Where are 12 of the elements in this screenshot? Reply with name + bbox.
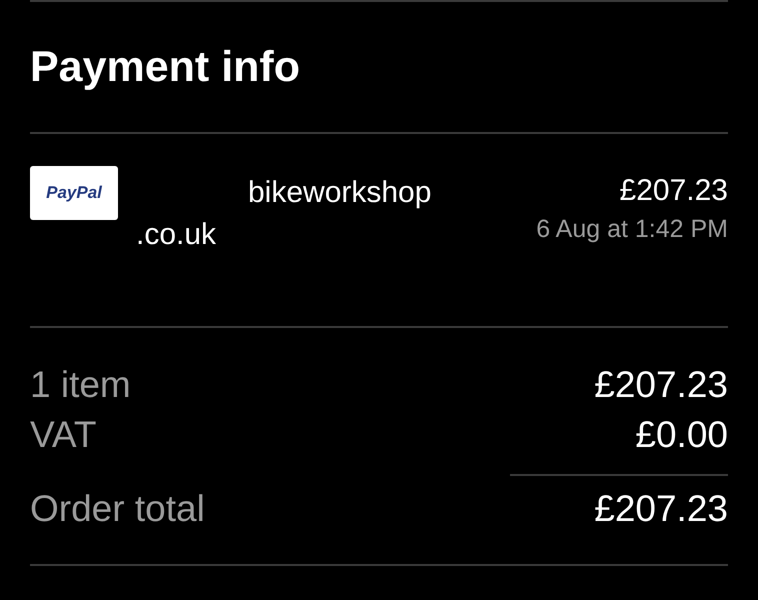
- payment-amount: £207.23: [620, 173, 728, 209]
- summary-label: 1 item: [30, 363, 131, 407]
- total-value: £207.23: [594, 487, 728, 531]
- summary-label: VAT: [30, 413, 96, 457]
- summary-value: £207.23: [594, 363, 728, 407]
- payment-date: 6 Aug at 1:42 PM: [536, 214, 728, 245]
- summary-value: £0.00: [635, 413, 728, 457]
- payee-name: .co.uk: [136, 217, 218, 253]
- payment-logo: PayPal: [30, 166, 118, 220]
- payee-name: bikeworkshop: [247, 175, 432, 211]
- total-label: Order total: [30, 487, 205, 531]
- section-title: Payment info: [30, 42, 301, 92]
